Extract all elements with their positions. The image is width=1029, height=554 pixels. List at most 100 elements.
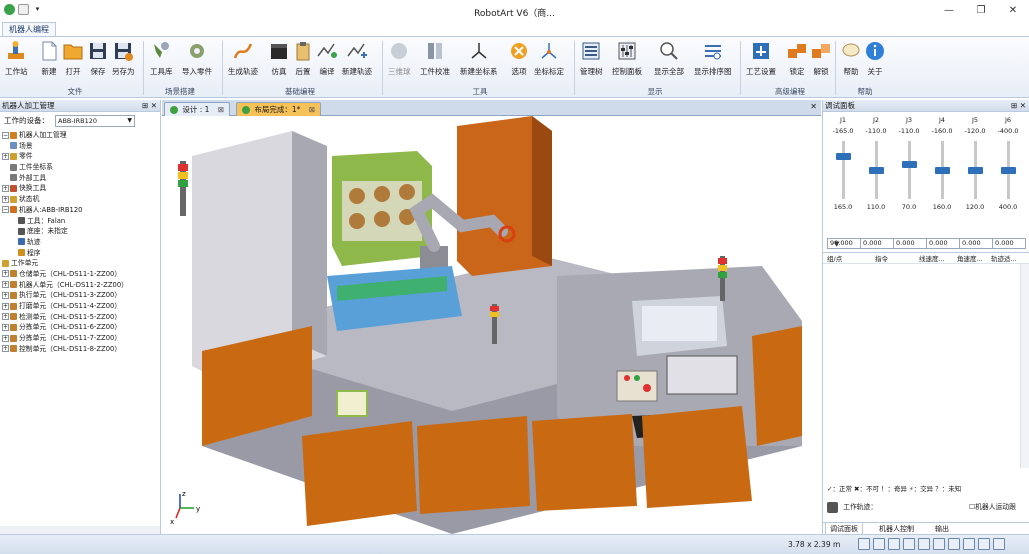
save-as-button[interactable]: 另存为 bbox=[112, 40, 135, 77]
expand-toggle-icon[interactable]: − bbox=[2, 206, 9, 214]
close-button[interactable]: ✕ bbox=[997, 0, 1029, 22]
new-coordinate-system-button[interactable]: 新建坐标系 bbox=[460, 40, 498, 77]
tab-close-icon[interactable]: ⊠ bbox=[218, 105, 224, 114]
tree-item[interactable]: + 打磨单元（CHL-DS11-4-ZZ00） bbox=[0, 301, 160, 312]
new-button[interactable]: 新建 bbox=[38, 40, 60, 77]
tree-item[interactable]: + 仓储单元（CHL-DS11-1-ZZ00） bbox=[0, 269, 160, 280]
process-setup-button[interactable]: 工艺设置 bbox=[746, 40, 776, 77]
control-panel-button[interactable]: 控制面板 bbox=[612, 40, 642, 77]
tab-layout-complete[interactable]: 布局完成：1* ⊠ bbox=[236, 102, 322, 116]
robot-follow-checkbox[interactable]: ☐机器人运动跟 bbox=[969, 500, 1016, 514]
slider-thumb[interactable] bbox=[934, 166, 950, 174]
render-mode-icon[interactable] bbox=[948, 538, 960, 550]
import-part-button[interactable]: 导入零件 bbox=[182, 40, 212, 77]
three-ball-button[interactable]: 三维球 bbox=[388, 40, 411, 77]
about-button[interactable]: 关于 bbox=[864, 40, 886, 77]
wireframe-icon[interactable] bbox=[963, 538, 975, 550]
expand-toggle-icon[interactable]: + bbox=[2, 302, 9, 310]
unlock-button[interactable]: 解锁 bbox=[810, 40, 832, 77]
coordinate-calibration-button[interactable]: 坐标标定 bbox=[534, 40, 564, 77]
joint-value-input[interactable]: 0.000 bbox=[992, 238, 1026, 249]
tree-item[interactable]: + 控制单元（CHL-DS11-8-ZZ00） bbox=[0, 344, 160, 355]
show-order-button[interactable]: 显示排序图 bbox=[694, 40, 732, 77]
expand-toggle-icon[interactable]: + bbox=[2, 281, 9, 289]
tree-item[interactable]: 工具：Falan bbox=[0, 216, 160, 227]
joint-value-input[interactable]: 90.000 bbox=[827, 238, 861, 249]
joint-slider[interactable] bbox=[934, 141, 950, 199]
horizontal-scrollbar[interactable] bbox=[0, 526, 160, 534]
view-iso-icon[interactable] bbox=[918, 538, 930, 550]
simulate-button[interactable]: 仿真 bbox=[268, 40, 290, 77]
panel-pin-close-icon[interactable]: ⊞ ✕ bbox=[1011, 100, 1026, 112]
new-trajectory-button[interactable]: 新建轨迹 bbox=[342, 40, 372, 77]
tab-design[interactable]: 设计 : 1 ⊠ bbox=[164, 102, 231, 116]
expand-toggle-icon[interactable]: + bbox=[2, 313, 9, 321]
tree-item[interactable]: + 状态机 bbox=[0, 194, 160, 205]
maximize-button[interactable]: ❐ bbox=[965, 0, 997, 22]
panel-pin-close-icon[interactable]: ⊞ ✕ bbox=[142, 100, 157, 112]
shading-icon[interactable] bbox=[978, 538, 990, 550]
vertical-scrollbar[interactable] bbox=[1020, 264, 1029, 468]
open-button[interactable]: 打开 bbox=[62, 40, 84, 77]
device-select[interactable]: ABB-IRB120 ▼ bbox=[55, 115, 135, 127]
slider-thumb[interactable] bbox=[901, 160, 917, 168]
3d-viewport[interactable]: z y x bbox=[162, 116, 821, 534]
expand-toggle-icon[interactable]: + bbox=[2, 195, 9, 203]
tree-item[interactable]: + 分拣单元（CHL-DS11-7-ZZ00） bbox=[0, 333, 160, 344]
joint-slider[interactable] bbox=[835, 141, 851, 199]
joint-slider[interactable] bbox=[967, 141, 983, 199]
expand-toggle-icon[interactable]: + bbox=[2, 152, 9, 160]
tree-item[interactable]: + 零件 bbox=[0, 151, 160, 162]
tab-robot-programming[interactable]: 机器人编程 bbox=[2, 22, 56, 36]
manager-tree-button[interactable]: 管理树 bbox=[580, 40, 603, 77]
help-button[interactable]: 帮助 bbox=[840, 40, 862, 77]
tree-item[interactable]: 程序 bbox=[0, 248, 160, 259]
tree-item[interactable]: 底座：未指定 bbox=[0, 226, 160, 237]
joint-slider[interactable] bbox=[1000, 141, 1016, 199]
joint-value-input[interactable]: 0.000 bbox=[926, 238, 960, 249]
post-button[interactable]: 后置 bbox=[292, 40, 314, 77]
tree-item[interactable]: − 机器人加工管理 bbox=[0, 130, 160, 141]
tree-item[interactable]: 工作单元 bbox=[0, 258, 160, 269]
tree-item[interactable]: + 机器人单元（CHL-DS11-2-ZZ00） bbox=[0, 280, 160, 291]
tree-item[interactable]: + 执行单元（CHL-DS11-3-ZZ00） bbox=[0, 290, 160, 301]
lock-button[interactable]: 锁定 bbox=[786, 40, 808, 77]
tree-item[interactable]: + 快换工具 bbox=[0, 183, 160, 194]
slider-thumb[interactable] bbox=[835, 152, 851, 160]
joint-slider[interactable] bbox=[868, 141, 884, 199]
tree-item[interactable]: + 检测单元（CHL-DS11-5-ZZ00） bbox=[0, 312, 160, 323]
slider-thumb[interactable] bbox=[967, 166, 983, 174]
options-button[interactable]: 选项 bbox=[508, 40, 530, 77]
expand-toggle-icon[interactable]: + bbox=[2, 291, 9, 299]
tree-item[interactable]: − 机器人:ABB-IRB120 bbox=[0, 205, 160, 216]
show-all-button[interactable]: 显示全部 bbox=[654, 40, 684, 77]
tree-item[interactable]: 外部工具 bbox=[0, 173, 160, 184]
workstation-button[interactable]: 工作站 bbox=[5, 40, 28, 77]
generate-trajectory-button[interactable]: 生成轨迹 bbox=[228, 40, 258, 77]
view-front-icon[interactable] bbox=[888, 538, 900, 550]
view-side-icon[interactable] bbox=[933, 538, 945, 550]
workpiece-calibration-button[interactable]: 工件校准 bbox=[420, 40, 450, 77]
tab-close-icon[interactable]: ⊠ bbox=[309, 105, 315, 114]
select-icon[interactable] bbox=[873, 538, 885, 550]
expand-toggle-icon[interactable]: + bbox=[2, 334, 9, 342]
doc-close-icon[interactable]: ✕ bbox=[810, 102, 817, 111]
expand-toggle-icon[interactable]: + bbox=[2, 184, 9, 192]
expand-toggle-icon[interactable]: + bbox=[2, 345, 9, 353]
slider-thumb[interactable] bbox=[868, 166, 884, 174]
view-top-icon[interactable] bbox=[903, 538, 915, 550]
expand-toggle-icon[interactable]: + bbox=[2, 270, 9, 278]
minimize-button[interactable]: — bbox=[933, 0, 965, 22]
expand-toggle-icon[interactable]: − bbox=[2, 131, 9, 139]
joint-value-input[interactable]: 0.000 bbox=[860, 238, 894, 249]
joint-slider[interactable] bbox=[901, 141, 917, 199]
compile-button[interactable]: 编译 bbox=[316, 40, 338, 77]
triangle-down-icon[interactable]: ▼ bbox=[834, 240, 839, 248]
slider-thumb[interactable] bbox=[1000, 166, 1016, 174]
tree-item[interactable]: 工件坐标系 bbox=[0, 162, 160, 173]
zoom-icon[interactable] bbox=[858, 538, 870, 550]
joint-value-input[interactable]: 0.000 bbox=[959, 238, 993, 249]
tree-item[interactable]: 场景 bbox=[0, 141, 160, 152]
tree-item[interactable]: + 分拣单元（CHL-DS11-6-ZZ00） bbox=[0, 322, 160, 333]
expand-toggle-icon[interactable]: + bbox=[2, 323, 9, 331]
